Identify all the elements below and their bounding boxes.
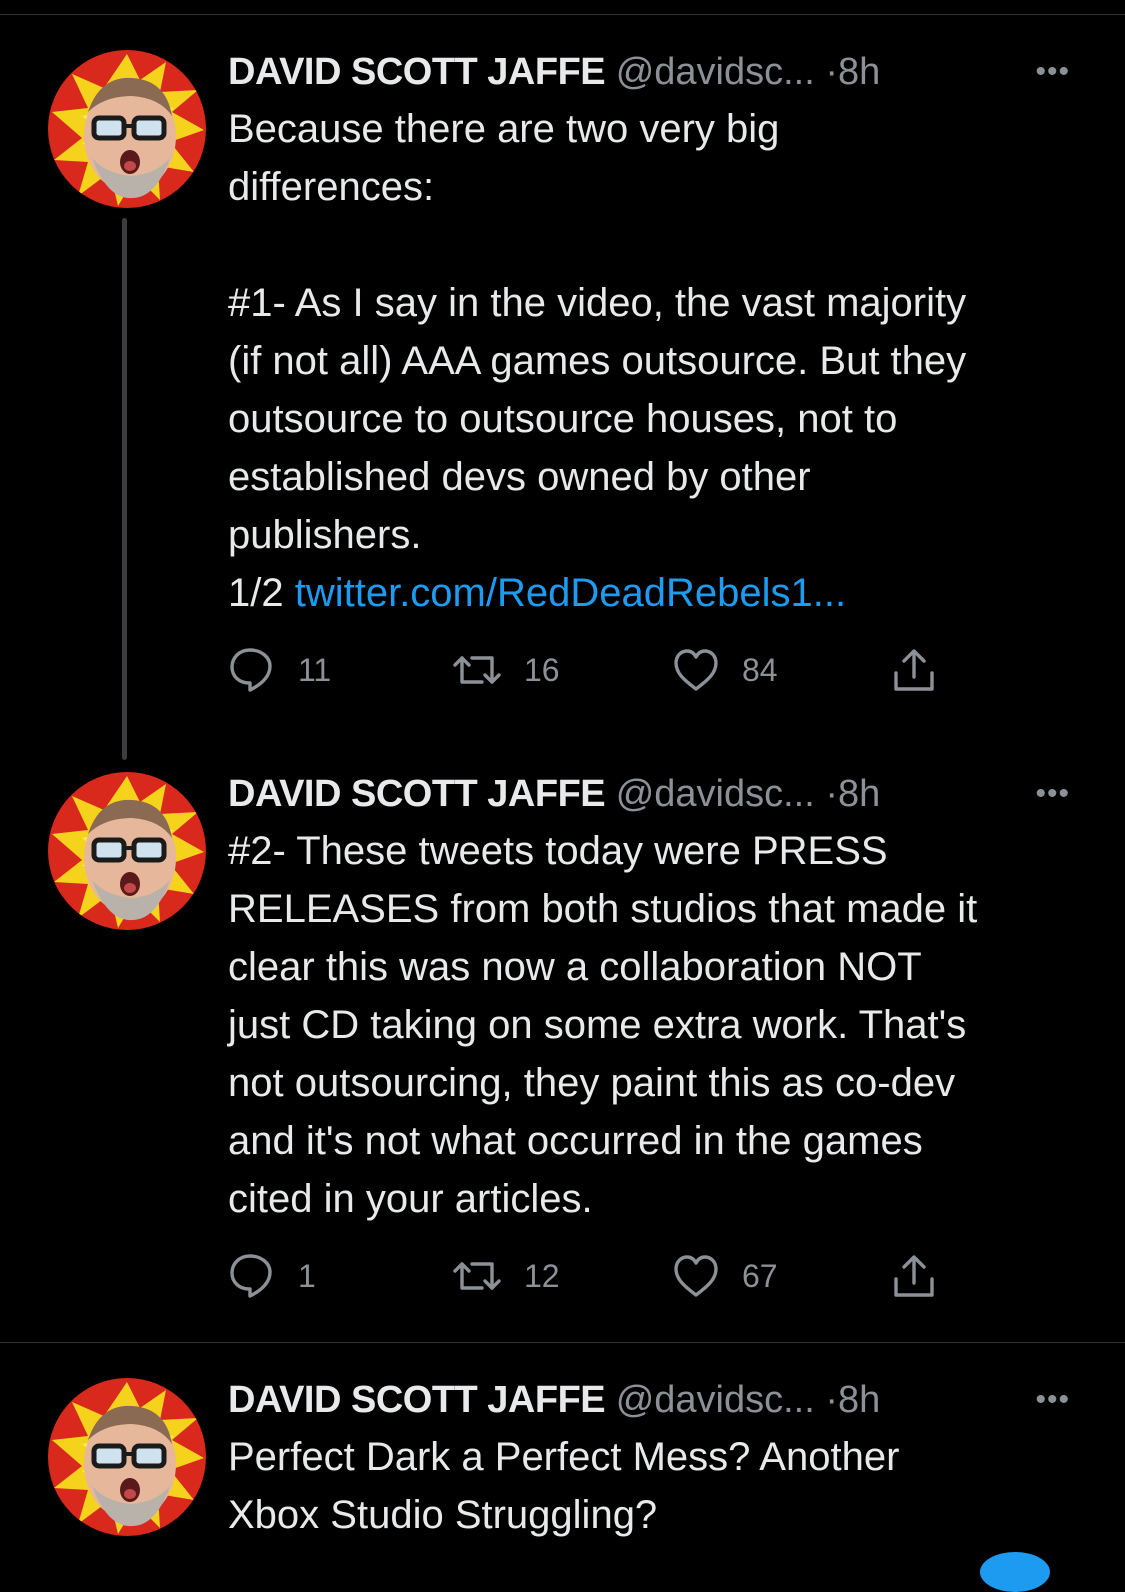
like-button[interactable]: 84 <box>672 640 778 700</box>
reply-icon <box>230 648 272 692</box>
avatar[interactable] <box>48 50 206 208</box>
compose-button-edge[interactable] <box>980 1552 1050 1592</box>
share-icon <box>894 649 934 691</box>
tweet-text: Because there are two very big differenc… <box>228 100 1078 622</box>
heart-icon <box>674 1255 718 1297</box>
author-name[interactable]: DAVID SCOTT JAFFE <box>228 773 606 815</box>
tweet-text: Perfect Dark a Perfect Mess? Another Xbo… <box>228 1435 900 1537</box>
avatar[interactable] <box>48 772 206 930</box>
tweet-actions: 1 12 67 <box>228 1246 968 1306</box>
tweet-link[interactable]: twitter.com/RedDeadRebels1... <box>295 571 846 615</box>
timestamp[interactable]: 8h <box>838 1379 880 1421</box>
reply-button[interactable]: 11 <box>228 640 331 700</box>
reply-button[interactable]: 1 <box>228 1246 316 1306</box>
more-options-icon[interactable]: ••• <box>1035 766 1070 822</box>
like-count: 84 <box>742 651 778 688</box>
author-handle[interactable]: @davidsc... <box>616 1379 815 1421</box>
tweet-text-content: Because there are two very big differenc… <box>228 107 967 615</box>
share-icon <box>894 1255 934 1297</box>
tweet-header: DAVID SCOTT JAFFE @davidsc... ·8h ••• <box>228 1372 1078 1428</box>
avatar[interactable] <box>48 1378 206 1536</box>
tweet-divider <box>0 1342 1125 1343</box>
separator-dot: · <box>825 773 839 815</box>
share-button[interactable] <box>890 1246 938 1306</box>
reply-count: 11 <box>298 651 332 688</box>
retweet-count: 12 <box>524 1257 560 1294</box>
retweet-button[interactable]: 16 <box>452 640 560 700</box>
more-options-icon[interactable]: ••• <box>1035 1372 1070 1428</box>
like-count: 67 <box>742 1257 778 1294</box>
heart-icon <box>674 649 718 691</box>
author-handle[interactable]: @davidsc... <box>616 773 815 815</box>
top-divider <box>0 14 1125 15</box>
retweet-icon <box>453 656 501 684</box>
thread-connector-line <box>122 218 127 760</box>
separator-dot: · <box>825 1379 839 1421</box>
author-name[interactable]: DAVID SCOTT JAFFE <box>228 1379 606 1421</box>
tweet-header: DAVID SCOTT JAFFE @davidsc... ·8h ••• <box>228 44 1078 100</box>
retweet-icon <box>453 1262 501 1290</box>
tweet-text: #2- These tweets today were PRESS RELEAS… <box>228 829 978 1221</box>
separator-dot: · <box>825 51 839 93</box>
timestamp[interactable]: 8h <box>838 51 880 93</box>
tweet-actions: 11 16 84 <box>228 640 968 700</box>
tweet-header: DAVID SCOTT JAFFE @davidsc... ·8h ••• <box>228 766 1078 822</box>
share-button[interactable] <box>890 640 938 700</box>
author-name[interactable]: DAVID SCOTT JAFFE <box>228 51 606 93</box>
retweet-count: 16 <box>524 651 560 688</box>
reply-count: 1 <box>298 1257 316 1294</box>
like-button[interactable]: 67 <box>672 1246 778 1306</box>
retweet-button[interactable]: 12 <box>452 1246 560 1306</box>
author-handle[interactable]: @davidsc... <box>616 51 815 93</box>
more-options-icon[interactable]: ••• <box>1035 44 1070 100</box>
reply-icon <box>230 1254 272 1298</box>
timestamp[interactable]: 8h <box>838 773 880 815</box>
